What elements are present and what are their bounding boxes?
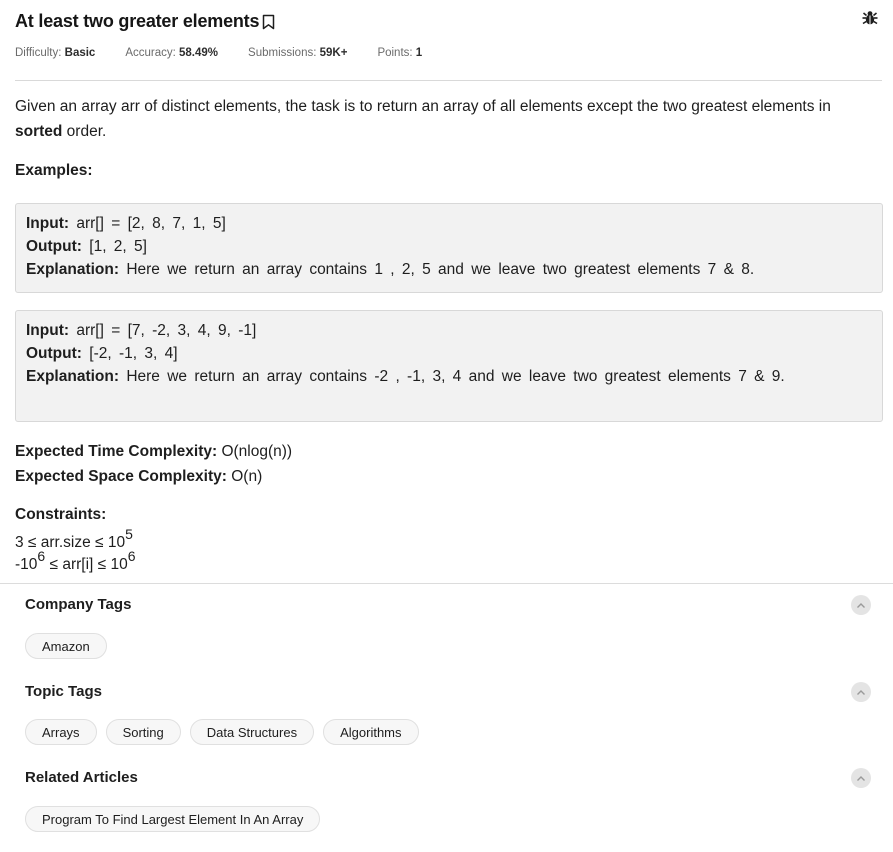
- example-input: Input: arr[] = [2, 8, 7, 1, 5]: [26, 215, 226, 232]
- example-box: Input: arr[] = [7, -2, 3, 4, 9, -1] Outp…: [15, 310, 883, 422]
- problem-title: At least two greater elements: [15, 10, 260, 31]
- header-divider: [15, 80, 882, 81]
- problem-meta: Difficulty: Basic Accuracy: 58.49% Submi…: [15, 47, 452, 59]
- example-explanation: Explanation: Here we return an array con…: [26, 261, 755, 278]
- examples-heading: Examples:: [15, 162, 93, 179]
- submissions-value: 59K+: [319, 47, 348, 59]
- title-row: At least two greater elements: [15, 8, 275, 34]
- accuracy-value: 58.49%: [179, 47, 219, 59]
- topic-tags-title: Topic Tags: [25, 683, 102, 700]
- example-output: Output: [-2, -1, 3, 4]: [26, 345, 178, 362]
- submissions-meta: Submissions: 59K+: [248, 47, 348, 59]
- tag-sorting[interactable]: Sorting: [105, 719, 181, 745]
- bookmark-icon[interactable]: [262, 14, 275, 30]
- company-tags-title: Company Tags: [25, 596, 132, 613]
- example-output: Output: [1, 2, 5]: [26, 238, 147, 255]
- company-tags: Amazon: [25, 633, 116, 659]
- topic-tags: Arrays Sorting Data Structures Algorithm…: [25, 719, 428, 745]
- chevron-up-icon[interactable]: [851, 768, 871, 788]
- tag-data-structures[interactable]: Data Structures: [189, 719, 315, 745]
- chevron-up-icon[interactable]: [851, 595, 871, 615]
- space-complexity: Expected Space Complexity: O(n): [15, 467, 263, 485]
- tag-arrays[interactable]: Arrays: [25, 719, 97, 745]
- constraints-heading: Constraints:: [15, 506, 107, 523]
- related-articles-title: Related Articles: [25, 769, 138, 786]
- accuracy-meta: Accuracy: 58.49%: [125, 47, 219, 59]
- bug-report-icon[interactable]: [861, 9, 879, 27]
- related-articles: Program To Find Largest Element In An Ar…: [25, 806, 329, 832]
- time-complexity: Expected Time Complexity: O(nlog(n)): [15, 443, 293, 460]
- example-box: Input: arr[] = [2, 8, 7, 1, 5] Output: […: [15, 203, 883, 293]
- difficulty-meta: Difficulty: Basic: [15, 47, 96, 59]
- difficulty-value: Basic: [64, 47, 96, 59]
- example-input: Input: arr[] = [7, -2, 3, 4, 9, -1]: [26, 322, 257, 339]
- chevron-up-icon[interactable]: [851, 682, 871, 702]
- complexity-info: Expected Time Complexity: O(nlog(n)) Exp…: [15, 440, 292, 489]
- section-separator: [0, 583, 893, 584]
- example-explanation: Explanation: Here we return an array con…: [26, 368, 785, 385]
- constraint-range: -106 ≤ arr[i] ≤ 106: [15, 548, 136, 574]
- points-value: 1: [415, 47, 423, 59]
- problem-description: Given an array arr of distinct elements,…: [15, 98, 831, 140]
- tag-amazon[interactable]: Amazon: [25, 633, 107, 659]
- article-link[interactable]: Program To Find Largest Element In An Ar…: [25, 806, 321, 832]
- problem-panel: At least two greater elements Difficulty…: [0, 0, 893, 584]
- constraint-size: 3 ≤ arr.size ≤ 105: [15, 526, 133, 552]
- points-meta: Points: 1: [377, 47, 423, 59]
- tag-algorithms[interactable]: Algorithms: [323, 719, 419, 745]
